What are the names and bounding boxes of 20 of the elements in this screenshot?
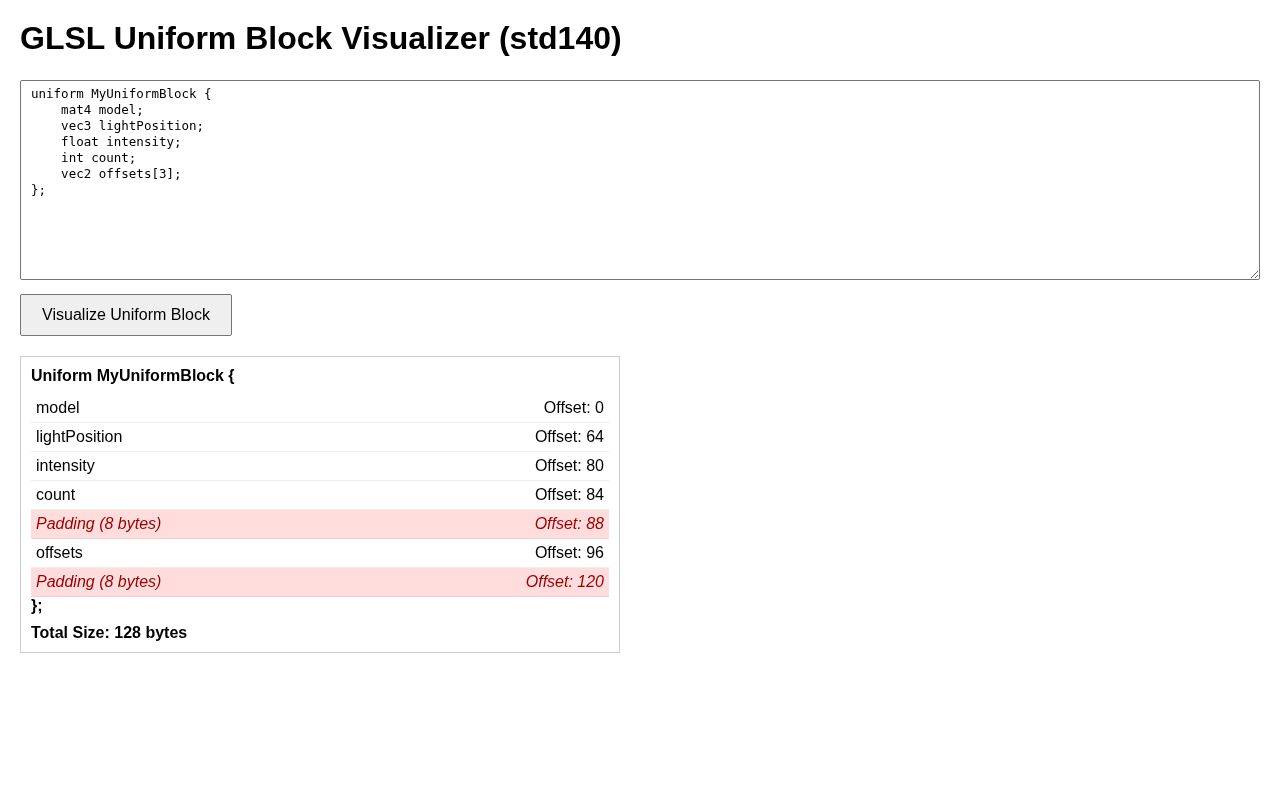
field-name: count [36, 486, 76, 504]
block-header: Uniform MyUniformBlock { [31, 367, 236, 385]
field-name: model [36, 399, 80, 417]
total-size: Total Size: 128 bytes [31, 624, 189, 642]
field-name: lightPosition [36, 428, 123, 446]
visualize-button[interactable]: Visualize Uniform Block [20, 294, 232, 336]
field-offset: Offset: 84 [534, 486, 604, 504]
page-title: GLSL Uniform Block Visualizer (std140) [20, 20, 623, 57]
code-input[interactable]: uniform MyUniformBlock { mat4 model; vec3 lightPosition; float intensity; int count; vec2 offsets[3]; }; [20, 80, 1260, 280]
field-name: Padding (8 bytes) [36, 573, 162, 591]
field-offset: Offset: 88 [534, 515, 604, 533]
field-offset: Offset: 0 [543, 399, 604, 417]
field-name: intensity [36, 457, 95, 475]
field-name: offsets [36, 544, 83, 562]
field-name: Padding (8 bytes) [36, 515, 162, 533]
field-offset: Offset: 96 [534, 544, 604, 562]
field-offset: Offset: 80 [534, 457, 604, 475]
field-offset: Offset: 120 [525, 573, 604, 591]
field-offset: Offset: 64 [534, 428, 604, 446]
block-closing: }; [31, 597, 44, 615]
